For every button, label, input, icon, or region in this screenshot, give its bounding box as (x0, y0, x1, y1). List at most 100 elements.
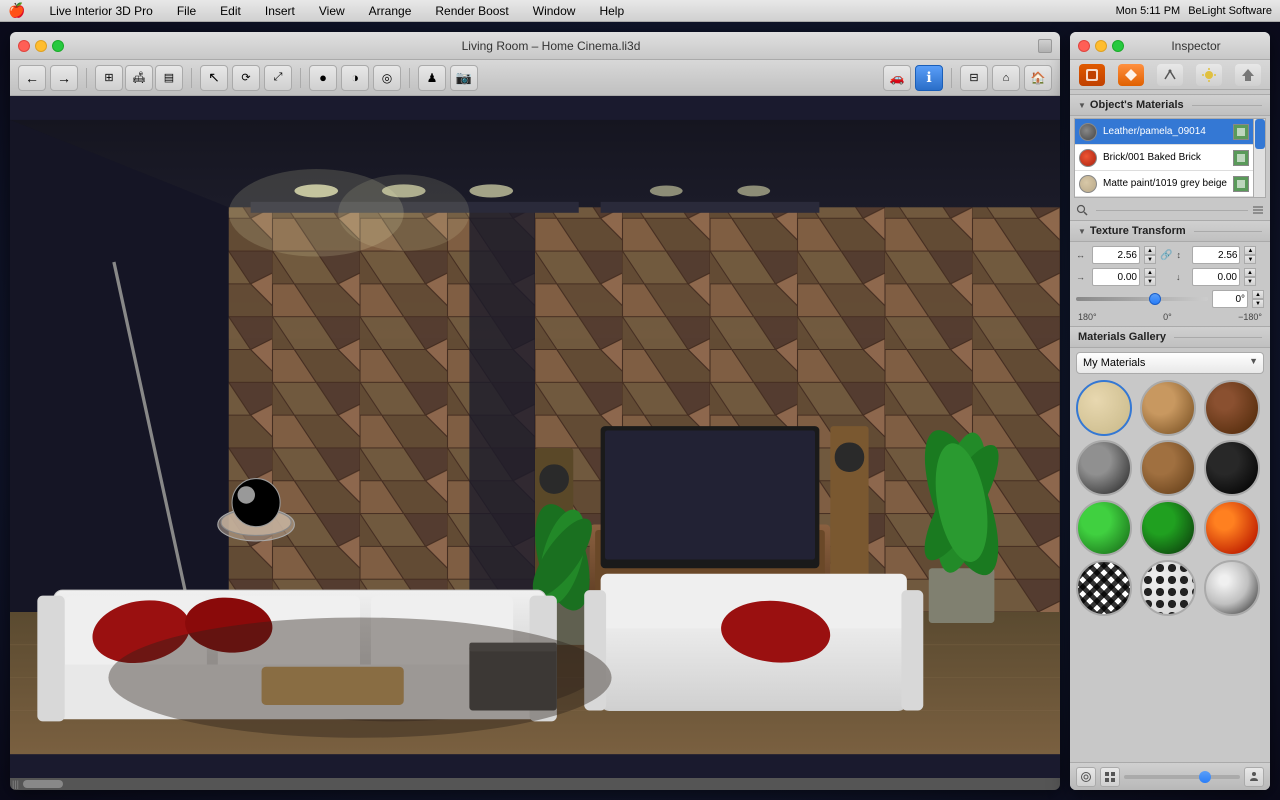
angle-slider-thumb[interactable] (1149, 293, 1161, 305)
angle-up[interactable]: ▲ (1252, 290, 1264, 299)
grid-view-button[interactable]: ⊟ (960, 65, 988, 91)
rotate-tool-button[interactable]: ⟳ (232, 65, 260, 91)
scale-h-stepper[interactable]: ▲ ▼ (1244, 246, 1256, 264)
offset-y-up[interactable]: ▲ (1244, 268, 1256, 277)
gallery-dropdown[interactable]: My Materials All Materials Favorites (1076, 352, 1264, 374)
3d-view-button[interactable]: ⌂ (992, 65, 1020, 91)
furniture-button[interactable]: 🛋 (125, 65, 153, 91)
scale-w-input[interactable] (1092, 246, 1140, 264)
menu-app[interactable]: Live Interior 3D Pro (45, 4, 156, 18)
zoom-slider-container[interactable] (1124, 775, 1240, 779)
materials-scrollbar[interactable] (1253, 119, 1265, 197)
zoom-slider-thumb[interactable] (1199, 771, 1211, 783)
menu-file[interactable]: File (173, 4, 200, 18)
angle-stepper[interactable]: ▲ ▼ (1252, 290, 1264, 308)
walls-button[interactable]: ▤ (155, 65, 183, 91)
objects-materials-header: ▼ Object's Materials (1070, 94, 1270, 116)
gallery-item-7[interactable] (1140, 500, 1196, 556)
offset-y-down[interactable]: ▼ (1244, 277, 1256, 286)
tab-object[interactable] (1118, 64, 1144, 86)
close-button[interactable] (18, 40, 30, 52)
menu-icon[interactable] (1252, 204, 1264, 216)
menu-window[interactable]: Window (529, 4, 580, 18)
offset-x-down[interactable]: ▼ (1144, 277, 1156, 286)
menu-help[interactable]: Help (595, 4, 628, 18)
nav-forward-button[interactable]: → (50, 65, 78, 91)
gallery-item-8[interactable] (1204, 500, 1260, 556)
resize-tool-button[interactable]: ⤢ (264, 65, 292, 91)
inspector-minimize-button[interactable] (1095, 40, 1107, 52)
apple-menu[interactable]: 🍎 (8, 2, 25, 19)
angle-down[interactable]: ▼ (1252, 299, 1264, 308)
half-sphere-button[interactable]: ◑ (341, 65, 369, 91)
gallery-item-3[interactable] (1076, 440, 1132, 496)
tab-light[interactable] (1196, 64, 1222, 86)
angle-min-label: 180° (1078, 312, 1097, 322)
angle-slider-container[interactable] (1076, 291, 1208, 307)
car-button[interactable]: 🚗 (883, 65, 911, 91)
bottom-settings-button[interactable] (1076, 767, 1096, 787)
angle-input[interactable] (1212, 290, 1248, 308)
link-icon[interactable]: 🔗 (1160, 250, 1172, 261)
sphere-button[interactable]: ● (309, 65, 337, 91)
menu-arrange[interactable]: Arrange (365, 4, 416, 18)
material-item-2[interactable]: Matte paint/1019 grey beige (1075, 171, 1253, 197)
bottom-person-button[interactable] (1244, 767, 1264, 787)
menu-view[interactable]: View (315, 4, 349, 18)
gallery-item-5[interactable] (1204, 440, 1260, 496)
camera-rotate-button[interactable]: ◎ (373, 65, 401, 91)
material-item-1[interactable]: Brick/001 Baked Brick (1075, 145, 1253, 171)
material-item-0[interactable]: Leather/pamela_09014 (1075, 119, 1253, 145)
horizontal-scrollbar[interactable]: ||| (10, 778, 1060, 790)
viewport[interactable] (10, 96, 1060, 778)
material-name-0: Leather/pamela_09014 (1103, 126, 1227, 137)
inspector-maximize-button[interactable] (1112, 40, 1124, 52)
scale-w-up[interactable]: ▲ (1144, 246, 1156, 255)
window-expand-button[interactable] (1038, 39, 1052, 53)
gallery-item-4[interactable] (1140, 440, 1196, 496)
tab-scene[interactable] (1235, 64, 1261, 86)
gallery-item-10[interactable] (1140, 560, 1196, 616)
inspector-title: Inspector (1130, 39, 1262, 53)
menu-render[interactable]: Render Boost (431, 4, 512, 18)
info-button[interactable]: ℹ (915, 65, 943, 91)
menu-edit[interactable]: Edit (216, 4, 245, 18)
floor-plan-button[interactable]: ⊞ (95, 65, 123, 91)
gallery-item-6[interactable] (1076, 500, 1132, 556)
gallery-item-9[interactable] (1076, 560, 1132, 616)
offset-y-input[interactable] (1192, 268, 1240, 286)
gallery-item-2[interactable] (1204, 380, 1260, 436)
offset-y-stepper[interactable]: ▲ ▼ (1244, 268, 1256, 286)
section-toggle-materials[interactable]: ▼ (1078, 101, 1086, 110)
nav-back-button[interactable]: ← (18, 65, 46, 91)
menu-insert[interactable]: Insert (261, 4, 299, 18)
offset-x-stepper[interactable]: ▲ ▼ (1144, 268, 1156, 286)
offset-x-input[interactable] (1092, 268, 1140, 286)
tab-texture[interactable] (1157, 64, 1183, 86)
section-toggle-texture[interactable]: ▼ (1078, 227, 1086, 236)
main-container: Living Room – Home Cinema.li3d ← → ⊞ 🛋 ▤… (0, 22, 1280, 800)
h-scrollbar-thumb[interactable] (23, 780, 63, 788)
select-tool-button[interactable]: ↖ (200, 65, 228, 91)
snapshot-button[interactable]: 📷 (450, 65, 478, 91)
scale-w-down[interactable]: ▼ (1144, 255, 1156, 264)
material-name-2: Matte paint/1019 grey beige (1103, 178, 1227, 189)
gallery-item-11[interactable] (1204, 560, 1260, 616)
gallery-item-0[interactable] (1076, 380, 1132, 436)
bottom-grid-button[interactable] (1100, 767, 1120, 787)
scale-h-input[interactable] (1192, 246, 1240, 264)
offset-x-up[interactable]: ▲ (1144, 268, 1156, 277)
tab-materials[interactable] (1079, 64, 1105, 86)
home-view-button[interactable]: 🏠 (1024, 65, 1052, 91)
scale-w-stepper[interactable]: ▲ ▼ (1144, 246, 1156, 264)
figure-button[interactable]: ♟ (418, 65, 446, 91)
minimize-button[interactable] (35, 40, 47, 52)
scale-h-up[interactable]: ▲ (1244, 246, 1256, 255)
mat-scroll-thumb[interactable] (1255, 119, 1265, 149)
scale-h-down[interactable]: ▼ (1244, 255, 1256, 264)
maximize-button[interactable] (52, 40, 64, 52)
toolbar: ← → ⊞ 🛋 ▤ ↖ ⟳ ⤢ ● ◑ ◎ ♟ 📷 🚗 ℹ ⊟ (10, 60, 1060, 96)
inspector-close-button[interactable] (1078, 40, 1090, 52)
gallery-item-1[interactable] (1140, 380, 1196, 436)
inspector-titlebar: Inspector (1070, 32, 1270, 60)
